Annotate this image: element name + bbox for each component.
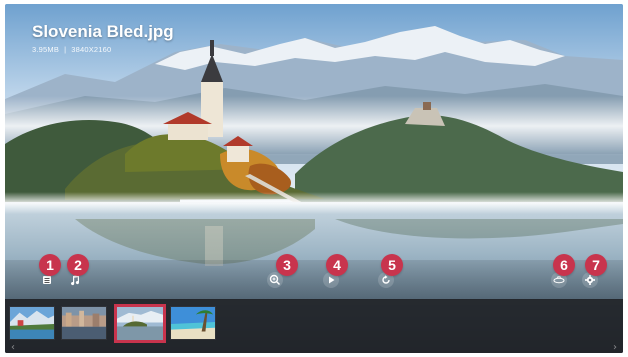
photo-viewer: Slovenia Bled.jpg 3.95MB | 3840X2160 1 2… [5,4,623,353]
callout-badge-4: 4 [326,254,348,276]
file-name: Slovenia Bled.jpg [32,22,174,41]
callout-badge-5: 5 [381,254,403,276]
file-info: 3.95MB | 3840X2160 [32,45,111,54]
callout-badge-1: 1 [39,254,61,276]
next-arrow[interactable]: › [613,342,617,353]
thumbnail-item-selected[interactable] [114,304,166,343]
thumbnail-image [171,307,215,339]
prev-arrow[interactable]: ‹ [11,342,15,353]
info-separator: | [64,45,67,54]
callout-badge-6: 6 [553,254,575,276]
callout-badge-3: 3 [276,254,298,276]
control-bar [5,260,623,300]
thumbnail-item[interactable] [170,306,216,340]
callout-badge-2: 2 [67,254,89,276]
thumbnail-image [62,307,106,339]
thumbnail-item[interactable] [9,306,55,340]
callout-badge-7: 7 [585,254,607,276]
file-resolution: 3840X2160 [71,45,112,54]
thumbnail-image [10,307,54,339]
thumbnail-image [117,307,163,340]
file-size: 3.95MB [32,45,60,54]
thumbnail-item[interactable] [61,306,107,340]
